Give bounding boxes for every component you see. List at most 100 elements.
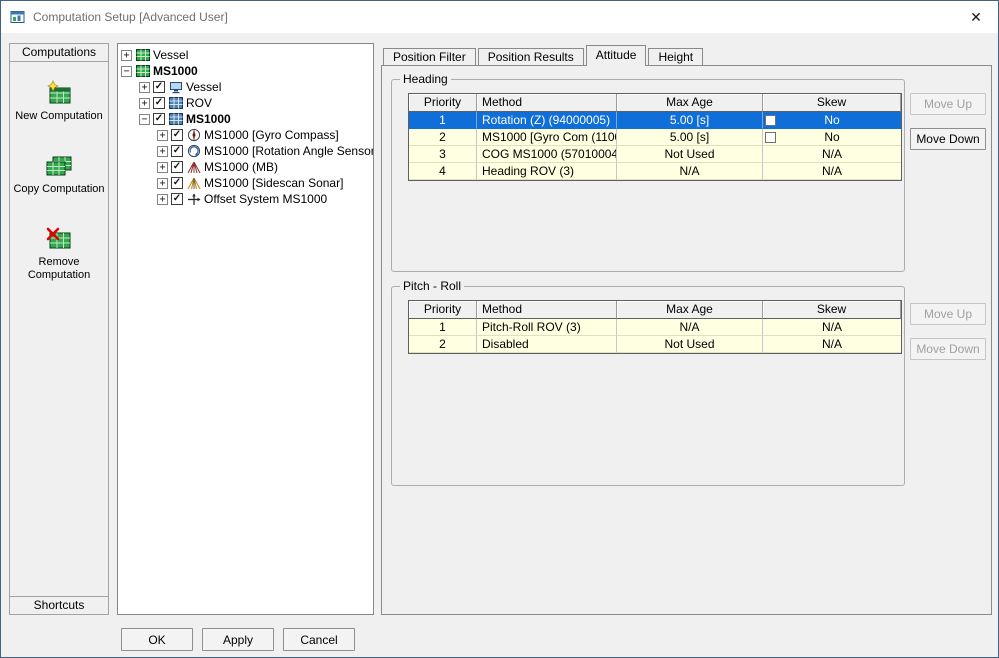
cell-skew: N/A bbox=[763, 336, 901, 353]
column-header-priority[interactable]: Priority bbox=[409, 94, 477, 112]
collapse-icon[interactable]: − bbox=[121, 66, 132, 77]
table-header-row: PriorityMethodMax AgeSkew bbox=[409, 94, 901, 112]
rotation-icon bbox=[186, 144, 201, 158]
tree-item-label: Vessel bbox=[186, 80, 221, 94]
tree-item[interactable]: +✓ ROV bbox=[118, 95, 373, 111]
heading-move-buttons: Move UpMove Down bbox=[910, 93, 986, 150]
computations-header[interactable]: Computations bbox=[10, 44, 108, 62]
sidebar-button-label: New Computation bbox=[15, 110, 102, 123]
cell-method: MS1000 [Gyro Com (11000 bbox=[477, 129, 617, 146]
heading-group: Heading PriorityMethodMax AgeSkew1Rotati… bbox=[391, 79, 905, 272]
expand-icon[interactable]: + bbox=[157, 162, 168, 173]
tab-position-filter[interactable]: Position Filter bbox=[383, 48, 476, 65]
multibeam-icon bbox=[186, 160, 201, 174]
tree-item-label: ROV bbox=[186, 96, 212, 110]
move-down-button[interactable]: Move Down bbox=[910, 128, 986, 150]
cell-priority: 1 bbox=[409, 319, 477, 336]
pitch-roll-group-title: Pitch - Roll bbox=[400, 279, 464, 293]
expand-icon[interactable]: + bbox=[157, 130, 168, 141]
expand-icon[interactable]: + bbox=[139, 82, 150, 93]
column-header-max-age[interactable]: Max Age bbox=[617, 301, 763, 319]
tree-item-label: MS1000 bbox=[153, 64, 198, 78]
tree-item[interactable]: +✓MS1000 [Rotation Angle Sensor] bbox=[118, 143, 373, 159]
table-row[interactable]: 2MS1000 [Gyro Com (110005.00 [s]No bbox=[409, 129, 901, 146]
tree-item-label: MS1000 (MB) bbox=[204, 160, 278, 174]
tree-checkbox[interactable]: ✓ bbox=[171, 193, 183, 205]
footer-button-ok[interactable]: OK bbox=[121, 628, 193, 651]
column-header-skew[interactable]: Skew bbox=[763, 94, 901, 112]
expand-icon[interactable]: + bbox=[157, 194, 168, 205]
sidebar-button-copy-computation[interactable]: Copy Computation bbox=[10, 153, 108, 196]
node-icon bbox=[168, 112, 183, 126]
cell-priority: 2 bbox=[409, 129, 477, 146]
footer-button-cancel[interactable]: Cancel bbox=[283, 628, 355, 651]
table-header-row: PriorityMethodMax AgeSkew bbox=[409, 301, 901, 319]
tree-item-label: MS1000 [Sidescan Sonar] bbox=[204, 176, 343, 190]
tree-item-label: MS1000 bbox=[186, 112, 231, 126]
tab-strip: Position FilterPosition ResultsAttitudeH… bbox=[383, 45, 705, 66]
sidebar-buttons: New Computation Copy Computation Remove Co… bbox=[10, 62, 108, 282]
tree-item[interactable]: +✓MS1000 [Gyro Compass] bbox=[118, 127, 373, 143]
heading-group-title: Heading bbox=[400, 72, 451, 86]
move-down-button: Move Down bbox=[910, 338, 986, 360]
copy-computation-icon bbox=[44, 153, 74, 179]
sidescan-icon bbox=[186, 176, 201, 190]
table-row[interactable]: 3COG MS1000 (57010004)Not UsedN/A bbox=[409, 146, 901, 163]
tab-position-results[interactable]: Position Results bbox=[478, 48, 584, 65]
expand-icon[interactable]: + bbox=[139, 98, 150, 109]
tree-item[interactable]: −✓ MS1000 bbox=[118, 111, 373, 127]
table-row[interactable]: 2DisabledNot UsedN/A bbox=[409, 336, 901, 353]
column-header-priority[interactable]: Priority bbox=[409, 301, 477, 319]
tree-checkbox[interactable]: ✓ bbox=[171, 145, 183, 157]
column-header-max-age[interactable]: Max Age bbox=[617, 94, 763, 112]
footer-buttons: OK Apply Cancel bbox=[121, 628, 355, 651]
collapse-icon[interactable]: − bbox=[139, 114, 150, 125]
sidebar: Computations New Computation Copy Computa… bbox=[9, 43, 109, 615]
column-header-skew[interactable]: Skew bbox=[763, 301, 901, 319]
tree-checkbox[interactable]: ✓ bbox=[171, 161, 183, 173]
tree-item[interactable]: +✓ Vessel bbox=[118, 79, 373, 95]
tree-checkbox[interactable]: ✓ bbox=[171, 177, 183, 189]
offset-icon bbox=[186, 192, 201, 206]
table-row[interactable]: 4Heading ROV (3)N/AN/A bbox=[409, 163, 901, 180]
sidebar-button-new-computation[interactable]: New Computation bbox=[10, 80, 108, 123]
tree-item[interactable]: +✓ MS1000 (MB) bbox=[118, 159, 373, 175]
tree-checkbox[interactable]: ✓ bbox=[153, 97, 165, 109]
table-row[interactable]: 1Pitch-Roll ROV (3)N/AN/A bbox=[409, 319, 901, 336]
tree-checkbox[interactable]: ✓ bbox=[153, 81, 165, 93]
close-icon[interactable]: ✕ bbox=[954, 1, 998, 33]
tree-item-label: Offset System MS1000 bbox=[204, 192, 327, 206]
cell-max_age: N/A bbox=[617, 163, 763, 180]
tree-checkbox[interactable]: ✓ bbox=[153, 113, 165, 125]
cell-method: Disabled bbox=[477, 336, 617, 353]
cell-priority: 2 bbox=[409, 336, 477, 353]
tree-item[interactable]: + Vessel bbox=[118, 47, 373, 63]
table-row[interactable]: 1Rotation (Z) (94000005)5.00 [s]No bbox=[409, 112, 901, 129]
new-computation-icon bbox=[44, 80, 74, 106]
cell-max_age: N/A bbox=[617, 319, 763, 336]
tab-panel: Heading PriorityMethodMax AgeSkew1Rotati… bbox=[381, 65, 992, 615]
column-header-method[interactable]: Method bbox=[477, 301, 617, 319]
tree-item[interactable]: − MS1000 bbox=[118, 63, 373, 79]
expand-icon[interactable]: + bbox=[157, 178, 168, 189]
skew-checkbox[interactable] bbox=[765, 132, 776, 143]
tree-item[interactable]: +✓ Offset System MS1000 bbox=[118, 191, 373, 207]
tab-attitude[interactable]: Attitude bbox=[586, 45, 647, 66]
tab-height[interactable]: Height bbox=[648, 48, 703, 65]
footer-button-apply[interactable]: Apply bbox=[202, 628, 274, 651]
cell-priority: 1 bbox=[409, 112, 477, 129]
tree-item[interactable]: +✓ MS1000 [Sidescan Sonar] bbox=[118, 175, 373, 191]
tree-checkbox[interactable]: ✓ bbox=[171, 129, 183, 141]
column-header-method[interactable]: Method bbox=[477, 94, 617, 112]
expand-icon[interactable]: + bbox=[157, 146, 168, 157]
pitch-roll-group: Pitch - Roll PriorityMethodMax AgeSkew1P… bbox=[391, 286, 905, 486]
shortcuts-header[interactable]: Shortcuts bbox=[10, 596, 108, 614]
sidebar-button-label: Remove Computation bbox=[13, 256, 105, 282]
expand-icon[interactable]: + bbox=[121, 50, 132, 61]
remove-computation-icon bbox=[44, 226, 74, 252]
cell-skew: N/A bbox=[763, 146, 901, 163]
skew-checkbox[interactable] bbox=[765, 115, 776, 126]
cell-method: Heading ROV (3) bbox=[477, 163, 617, 180]
sidebar-button-remove-computation[interactable]: Remove Computation bbox=[10, 226, 108, 282]
tree-item-label: Vessel bbox=[153, 48, 188, 62]
